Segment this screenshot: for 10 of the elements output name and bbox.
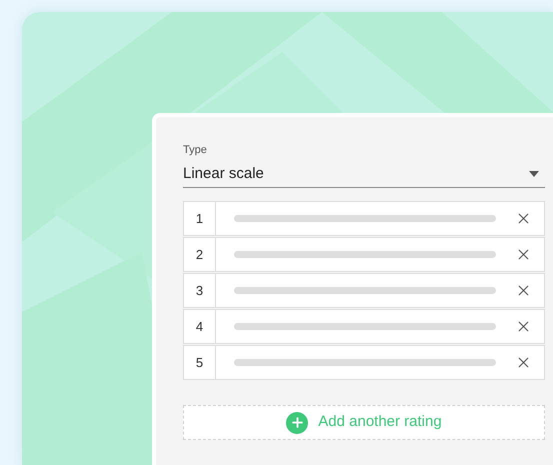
rating-number: 1 (184, 202, 216, 235)
plus-icon (286, 412, 308, 434)
rating-number: 5 (184, 346, 216, 379)
caret-icon (529, 171, 539, 177)
rating-number: 3 (184, 274, 216, 307)
type-value: Linear scale (183, 165, 264, 183)
type-label: Type (183, 143, 208, 157)
rating-number: 2 (184, 238, 216, 271)
type-select[interactable]: Type Linear scale (183, 143, 545, 188)
rating-number: 4 (184, 310, 216, 343)
